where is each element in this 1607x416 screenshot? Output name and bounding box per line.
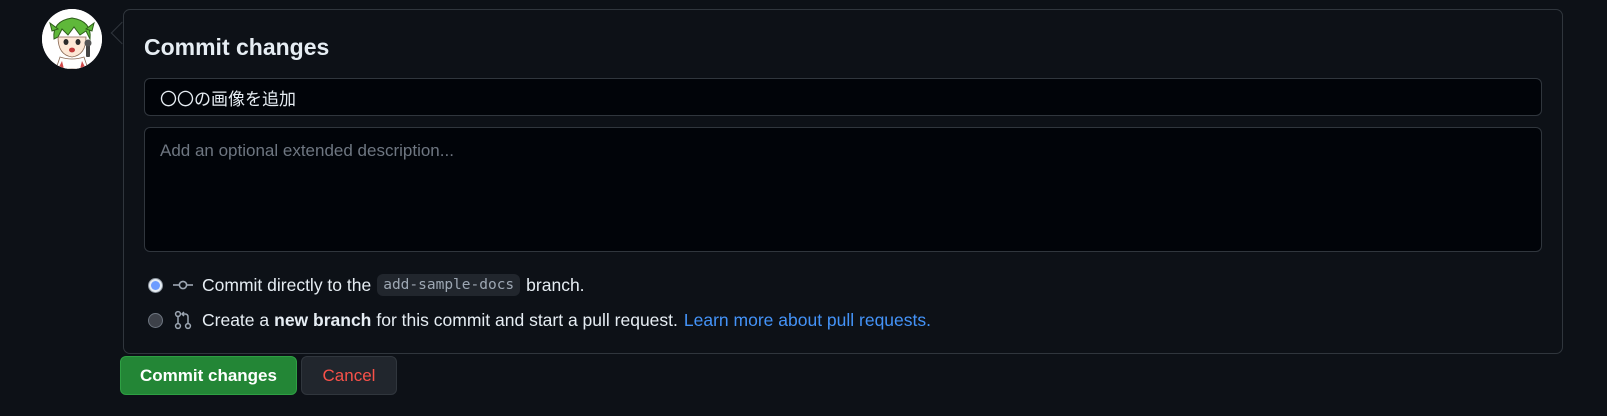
branch-name: add-sample-docs xyxy=(377,274,521,296)
commit-changes-button[interactable]: Commit changes xyxy=(120,356,297,395)
avatar[interactable] xyxy=(42,9,102,69)
new-branch-prefix: Create a xyxy=(202,309,270,330)
commit-description-input[interactable] xyxy=(144,127,1542,252)
new-branch-bold: new branch xyxy=(274,309,372,330)
new-branch-radio[interactable] xyxy=(148,312,163,328)
commit-directly-radio[interactable] xyxy=(148,277,163,293)
panel-title: Commit changes xyxy=(144,34,330,60)
commit-summary-input[interactable] xyxy=(144,78,1542,116)
new-branch-option[interactable]: Create a new branch for this commit and … xyxy=(148,308,931,332)
git-commit-icon xyxy=(172,274,194,296)
learn-more-pull-requests-link[interactable]: Learn more about pull requests. xyxy=(684,310,931,331)
commit-changes-panel: Commit changes Commit directly to the ad… xyxy=(123,9,1563,354)
new-branch-middle: for this commit and start a pull request… xyxy=(376,309,678,330)
git-pull-request-icon xyxy=(172,309,194,331)
cancel-button[interactable]: Cancel xyxy=(301,356,397,395)
commit-directly-option[interactable]: Commit directly to the add-sample-docs b… xyxy=(148,273,585,297)
commit-directly-prefix: Commit directly to the xyxy=(202,274,372,295)
avatar-anime-character-icon xyxy=(42,9,102,69)
commit-directly-suffix: branch. xyxy=(526,274,585,295)
